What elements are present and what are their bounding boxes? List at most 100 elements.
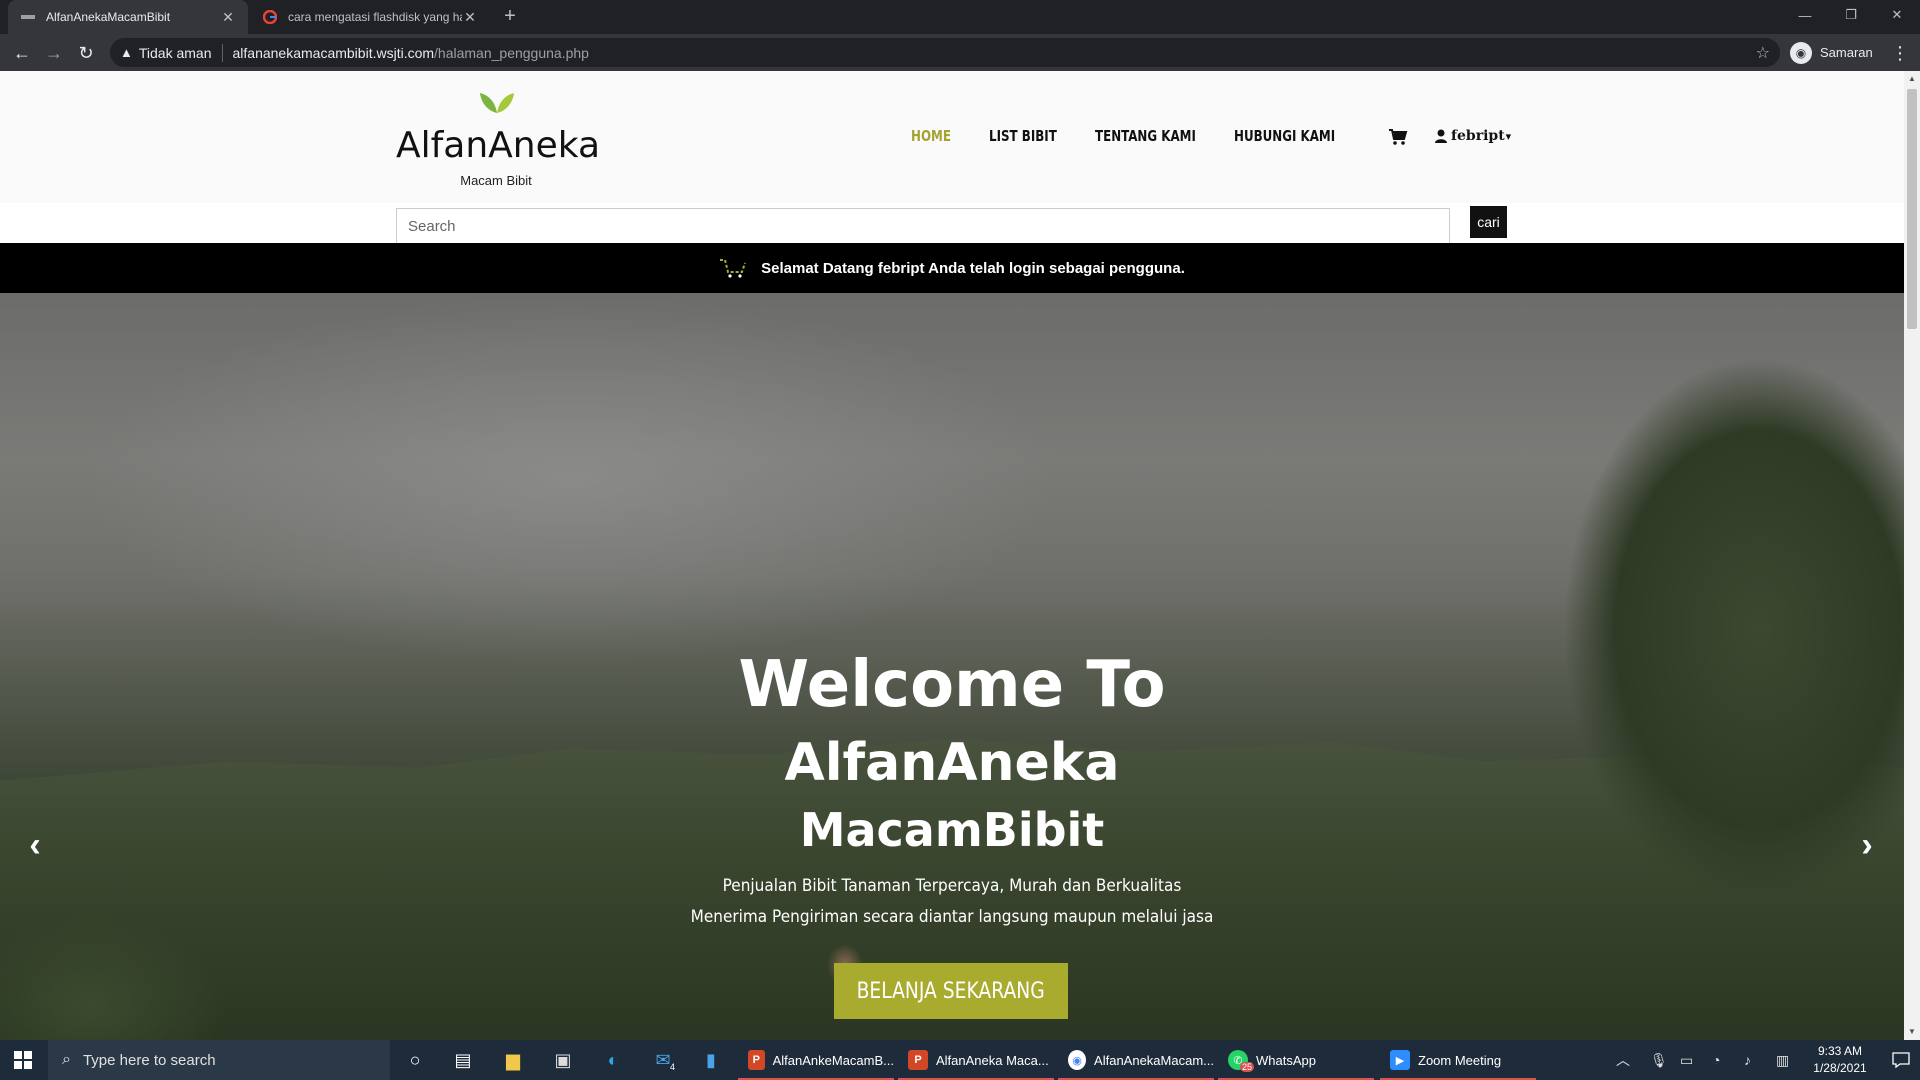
- taskbar-search-box[interactable]: ⌕ Type here to search: [48, 1040, 390, 1080]
- taskbar-app-powerpoint-2[interactable]: P AlfanAneka Maca...: [898, 1040, 1054, 1080]
- tab-alfananeka[interactable]: AlfanAnekaMacamBibit ✕: [8, 0, 248, 34]
- hero-carousel: Welcome To AlfanAneka MacamBibit Penjual…: [0, 293, 1904, 1040]
- site-favicon-icon: [20, 9, 36, 25]
- url-path: /halaman_pengguna.php: [434, 44, 589, 61]
- address-bar[interactable]: ▲ Tidak aman alfananekamacambibit.wsjti.…: [110, 38, 1780, 67]
- search-button[interactable]: cari: [1470, 206, 1507, 238]
- battery-icon[interactable]: ▭: [1680, 1040, 1693, 1080]
- shop-now-button[interactable]: BELANJA SEKARANG: [834, 963, 1068, 1019]
- scroll-down-icon[interactable]: ▼: [1904, 1024, 1920, 1040]
- new-tab-button[interactable]: +: [498, 5, 522, 29]
- powerpoint-icon: P: [908, 1050, 928, 1070]
- incognito-icon: ◉: [1790, 41, 1812, 64]
- hero-title: Welcome To: [738, 648, 1166, 722]
- windows-taskbar: ⌕ Type here to search ○ ▤ ▆ ▣ ◐ ✉ 4 ▮ P …: [0, 1040, 1920, 1080]
- user-icon: [1435, 129, 1447, 143]
- scroll-thumb[interactable]: [1907, 89, 1917, 329]
- logo-tagline: Macam Bibit: [460, 173, 532, 188]
- tab-title: cara mengatasi flashdisk yang ha: [288, 10, 462, 24]
- carousel-prev-icon[interactable]: ‹: [20, 825, 50, 865]
- clock-date: 1/28/2021: [1813, 1061, 1867, 1075]
- chevron-down-icon: ▾: [1505, 129, 1512, 143]
- browser-toolbar: ← → ↻ ▲ Tidak aman alfananekamacambibit.…: [0, 34, 1920, 71]
- user-menu[interactable]: febript ▾: [1435, 128, 1511, 144]
- hero-brand-sub: MacamBibit: [799, 803, 1105, 857]
- windows-logo-icon: [14, 1051, 32, 1069]
- taskbar-app-chrome[interactable]: ◉ AlfanAnekaMacam...: [1058, 1040, 1214, 1080]
- welcome-username: febript: [877, 259, 925, 277]
- clock-time: 9:33 AM: [1817, 1044, 1863, 1058]
- minimize-button[interactable]: —: [1782, 0, 1828, 30]
- scroll-up-icon[interactable]: ▲: [1904, 71, 1920, 87]
- taskbar-app-powerpoint-1[interactable]: P AlfanAnkeMacamB...: [738, 1040, 894, 1080]
- profile-button[interactable]: ◉ Samaran: [1790, 38, 1873, 67]
- nav-list-bibit[interactable]: LIST BIBIT: [989, 127, 1057, 145]
- welcome-role: pengguna: [1109, 259, 1181, 277]
- taskbar-app-label: AlfanAnekaMacam...: [1094, 1052, 1214, 1068]
- browser-tabstrip: AlfanAnekaMacamBibit ✕ cara mengatasi fl…: [0, 0, 1920, 34]
- chrome-icon: ◉: [1068, 1050, 1087, 1070]
- hero-description-2: Menerima Pengiriman secara diantar langs…: [690, 907, 1214, 927]
- username-label: febript: [1451, 128, 1505, 144]
- welcome-prefix: Selamat Datang: [761, 259, 878, 277]
- welcome-banner: Selamat Datang febript Anda telah login …: [0, 243, 1904, 293]
- carousel-next-icon[interactable]: ›: [1852, 825, 1882, 865]
- tab-close-icon[interactable]: ✕: [220, 9, 236, 26]
- close-window-button[interactable]: ✕: [1874, 0, 1920, 30]
- welcome-middle: Anda telah login sebagai: [924, 259, 1110, 277]
- url-host: alfananekamacambibit.wsjti.com: [232, 44, 435, 61]
- taskbar-app-label: AlfanAneka Maca...: [936, 1052, 1049, 1068]
- tab-close-icon[interactable]: ✕: [462, 9, 478, 26]
- hero-description-1: Penjualan Bibit Tanaman Terpercaya, Mura…: [722, 876, 1182, 896]
- store-icon[interactable]: ▣: [540, 1040, 586, 1080]
- restore-button[interactable]: ❐: [1828, 0, 1874, 30]
- page-viewport: AlfanAneka Macam Bibit HOME LIST BIBIT T…: [0, 71, 1904, 1040]
- taskbar-search-placeholder: Type here to search: [82, 1051, 216, 1069]
- notification-center-icon[interactable]: [1882, 1040, 1920, 1080]
- wifi-icon[interactable]: ◔: [1712, 1040, 1720, 1080]
- taskbar-app-label: AlfanAnkeMacamB...: [772, 1052, 894, 1068]
- tray-overflow-icon[interactable]: ︿: [1616, 1040, 1630, 1080]
- edge-icon[interactable]: ◐: [590, 1040, 636, 1080]
- whatsapp-badge: 25: [1240, 1062, 1255, 1072]
- notepad-icon[interactable]: ▮: [688, 1040, 734, 1080]
- volume-icon[interactable]: ♪: [1744, 1040, 1751, 1080]
- task-view-icon[interactable]: ▤: [440, 1040, 486, 1080]
- taskbar-app-label: Zoom Meeting: [1418, 1052, 1502, 1068]
- bookmark-star-icon[interactable]: ☆: [1756, 43, 1770, 63]
- search-icon: ⌕: [62, 1051, 71, 1068]
- security-label[interactable]: Tidak aman: [139, 45, 212, 61]
- taskbar-app-zoom[interactable]: ▶ Zoom Meeting: [1380, 1040, 1536, 1080]
- mail-icon[interactable]: ✉ 4: [640, 1040, 686, 1080]
- reload-button[interactable]: ↻: [72, 39, 100, 67]
- search-input[interactable]: [396, 208, 1450, 244]
- taskbar-app-whatsapp[interactable]: ✆ 25 WhatsApp: [1218, 1040, 1374, 1080]
- taskbar-clock[interactable]: 9:33 AM 1/28/2021: [1800, 1043, 1880, 1077]
- shopping-cart-icon: [720, 259, 747, 278]
- nav-hubungi-kami[interactable]: HUBUNGI KAMI: [1234, 127, 1335, 145]
- google-icon: [262, 9, 278, 25]
- page-scrollbar[interactable]: ▲ ▼: [1904, 71, 1920, 1040]
- nav-home[interactable]: HOME: [911, 127, 951, 145]
- browser-menu-icon[interactable]: ⋮: [1890, 39, 1910, 67]
- back-button[interactable]: ←: [8, 39, 36, 67]
- mail-badge: 4: [668, 1062, 678, 1072]
- microphone-icon[interactable]: 🎙: [1650, 1040, 1668, 1080]
- tab-google-search[interactable]: cara mengatasi flashdisk yang ha ✕: [250, 0, 490, 34]
- search-bar: cari: [0, 203, 1904, 244]
- file-explorer-icon[interactable]: ▆: [490, 1040, 536, 1080]
- tab-title: AlfanAnekaMacamBibit: [46, 10, 171, 24]
- site-header: AlfanAneka Macam Bibit HOME LIST BIBIT T…: [0, 71, 1904, 203]
- profile-name: Samaran: [1820, 45, 1873, 60]
- site-logo[interactable]: AlfanAneka Macam Bibit: [396, 89, 600, 189]
- cart-icon[interactable]: [1388, 128, 1408, 146]
- leaf-logo-icon: [480, 93, 514, 113]
- taskbar-app-label: WhatsApp: [1256, 1052, 1316, 1068]
- hero-brand: AlfanAneka: [784, 733, 1120, 793]
- warning-icon[interactable]: ▲: [120, 45, 133, 60]
- cortana-icon[interactable]: ○: [392, 1040, 438, 1080]
- start-button[interactable]: [0, 1040, 46, 1080]
- forward-button[interactable]: →: [40, 39, 68, 67]
- network-icon[interactable]: ▥: [1776, 1040, 1789, 1080]
- nav-tentang-kami[interactable]: TENTANG KAMI: [1095, 127, 1196, 145]
